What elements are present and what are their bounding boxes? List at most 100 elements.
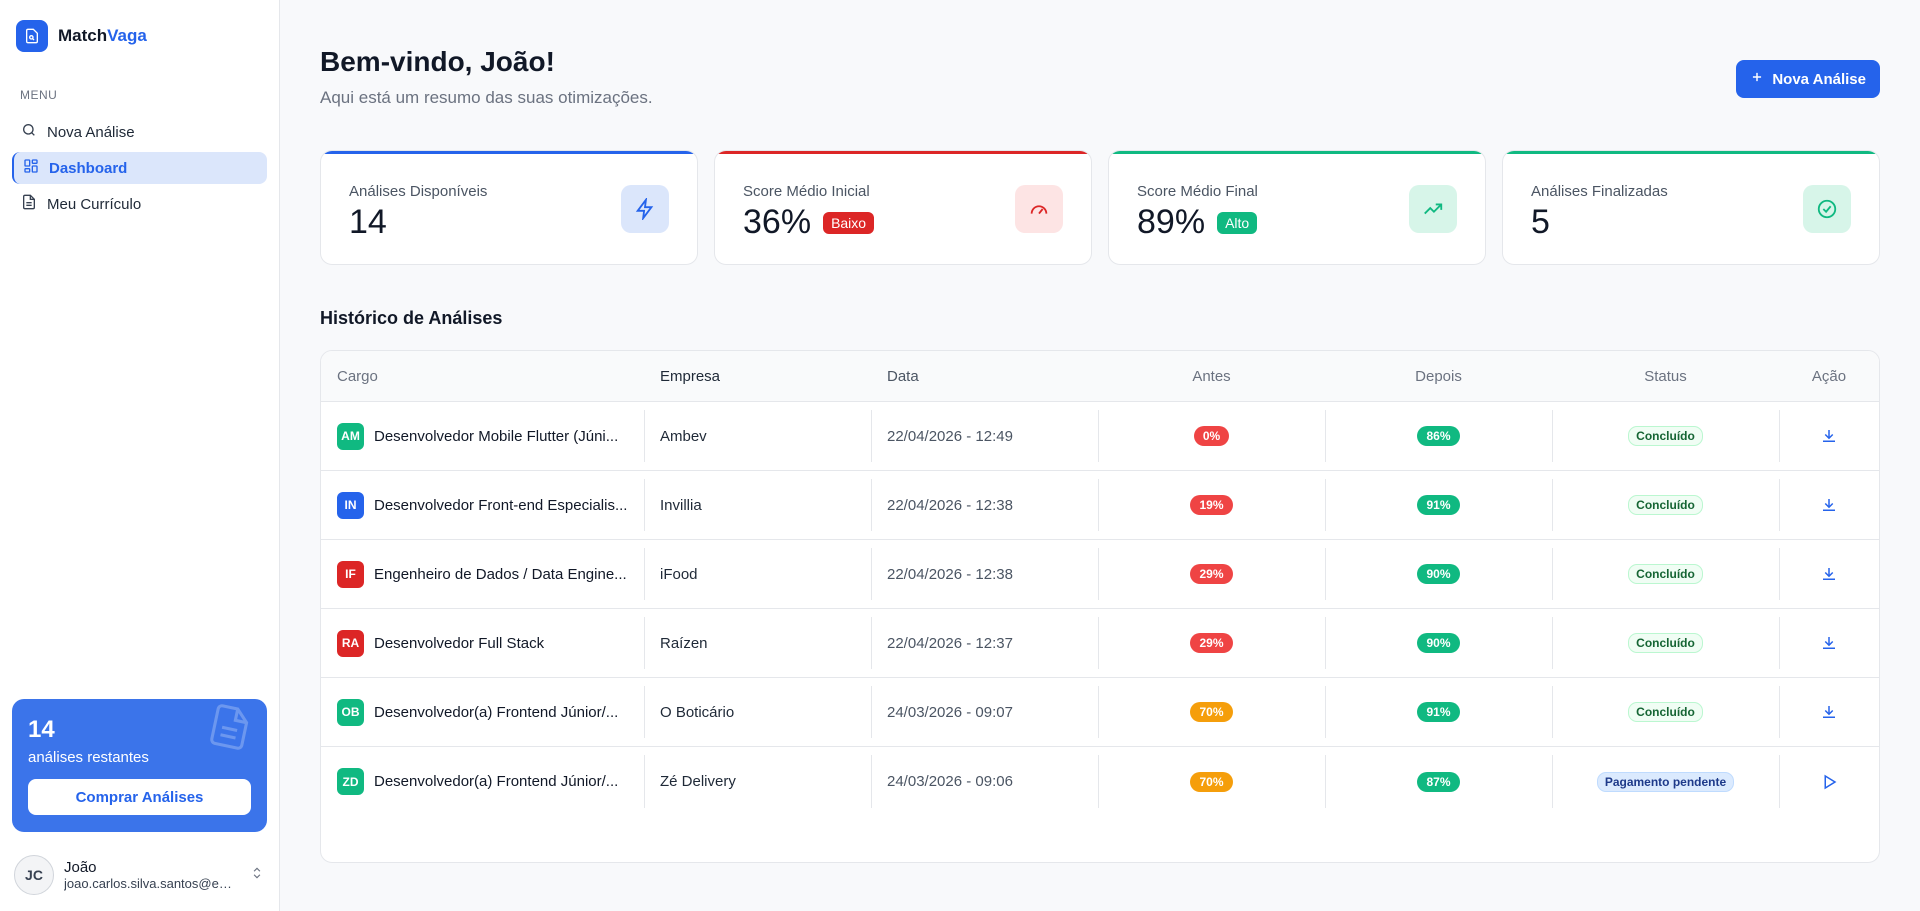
stat-value: 5	[1531, 203, 1550, 241]
status-badge: Concluído	[1628, 702, 1703, 722]
new-analysis-button[interactable]: Nova Análise	[1736, 60, 1880, 98]
download-icon[interactable]	[1820, 703, 1838, 721]
table-row[interactable]: OB Desenvolvedor(a) Frontend Júnior/... O …	[321, 678, 1879, 747]
menu-label: MENU	[20, 88, 58, 102]
stat-value: 89%	[1137, 203, 1206, 241]
dashboard-icon	[23, 158, 39, 178]
remaining-label: análises restantes	[28, 749, 149, 766]
score-before-pill: 19%	[1190, 495, 1233, 515]
cell-empresa: Ambev	[644, 402, 871, 470]
sidebar-item-nova-analise[interactable]: Nova Análise	[12, 116, 267, 148]
cell-antes: 70%	[1098, 747, 1325, 816]
score-after-pill: 87%	[1417, 771, 1460, 792]
table-row[interactable]: AM Desenvolvedor Mobile Flutter (Júni... A…	[321, 402, 1879, 471]
job-title: Desenvolvedor Front-end Especialis...	[374, 496, 628, 514]
cell-antes: 0%	[1098, 402, 1325, 470]
document-icon	[21, 194, 37, 214]
sidebar-item-label: Dashboard	[49, 159, 128, 177]
cell-data: 24/03/2026 - 09:07	[871, 678, 1098, 746]
table-row[interactable]: RA Desenvolvedor Full Stack Raízen 22/04/20…	[321, 609, 1879, 678]
search-icon	[21, 122, 37, 142]
cell-empresa: O Boticário	[644, 678, 871, 746]
column-header-depois: Depois	[1415, 367, 1462, 385]
company-initials-badge: AM	[337, 422, 364, 450]
cell-cargo: RA Desenvolvedor Full Stack	[321, 609, 644, 677]
score-before-pill: 0%	[1193, 426, 1230, 446]
play-icon[interactable]	[1820, 773, 1838, 791]
job-title: Desenvolvedor Mobile Flutter (Júni...	[374, 427, 619, 445]
download-icon[interactable]	[1820, 496, 1838, 514]
table-body: AM Desenvolvedor Mobile Flutter (Júni... A…	[321, 402, 1879, 816]
cell-cargo: ZD Desenvolvedor(a) Frontend Júnior/...	[321, 747, 644, 816]
cell-status: Concluído	[1552, 471, 1779, 539]
stat-label: Score Médio Inicial	[743, 183, 870, 200]
cell-empresa: Invillia	[644, 471, 871, 539]
cell-cargo: AM Desenvolvedor Mobile Flutter (Júni...	[321, 402, 644, 470]
brand-logo[interactable]: MatchVaga	[16, 20, 147, 52]
lightning-icon	[621, 185, 669, 233]
job-title: Desenvolvedor Full Stack	[374, 634, 545, 652]
table-row[interactable]: ZD Desenvolvedor(a) Frontend Júnior/... Zé…	[321, 747, 1879, 816]
score-after-pill: 86%	[1417, 426, 1460, 446]
sidebar-item-label: Nova Análise	[47, 123, 135, 141]
stat-label: Análises Disponíveis	[349, 183, 488, 200]
status-badge: Concluído	[1628, 495, 1703, 515]
cell-status: Concluído	[1552, 540, 1779, 608]
history-table: Cargo Empresa Data Antes Depois Status A…	[320, 350, 1880, 863]
cell-data: 22/04/2026 - 12:38	[871, 471, 1098, 539]
score-after-pill: 90%	[1417, 633, 1460, 653]
download-icon[interactable]	[1820, 565, 1838, 583]
sidebar: MatchVaga MENU Nova Análise Dashboard Me…	[0, 0, 280, 911]
page-subtitle: Aqui está um resumo das suas otimizações…	[320, 88, 653, 107]
cell-antes: 70%	[1098, 678, 1325, 746]
chevron-up-down-icon[interactable]	[250, 866, 264, 885]
cell-status: Pagamento pendente	[1552, 747, 1779, 816]
cell-depois: 90%	[1325, 609, 1552, 677]
cell-acao	[1779, 540, 1879, 608]
status-badge: Concluído	[1628, 564, 1703, 584]
stat-value: 14	[349, 203, 387, 241]
trending-up-icon	[1409, 185, 1457, 233]
job-title: Desenvolvedor(a) Frontend Júnior/...	[374, 773, 619, 790]
score-before-pill: 70%	[1190, 771, 1233, 792]
user-info: João joao.carlos.silva.santos@em...	[64, 859, 239, 891]
score-before-pill: 70%	[1190, 702, 1233, 722]
cell-depois: 90%	[1325, 540, 1552, 608]
new-analysis-label: Nova Análise	[1772, 70, 1866, 88]
column-header-data: Data	[887, 367, 919, 385]
cell-acao	[1779, 609, 1879, 677]
stat-label: Análises Finalizadas	[1531, 183, 1668, 200]
buy-analyses-button[interactable]: Comprar Análises	[28, 779, 251, 815]
user-menu[interactable]: JC João joao.carlos.silva.santos@em...	[14, 853, 264, 897]
sidebar-item-dashboard[interactable]: Dashboard	[12, 152, 267, 184]
cell-depois: 91%	[1325, 678, 1552, 746]
gauge-icon	[1015, 185, 1063, 233]
cell-status: Concluído	[1552, 402, 1779, 470]
cell-empresa: iFood	[644, 540, 871, 608]
cell-antes: 29%	[1098, 540, 1325, 608]
cell-acao	[1779, 747, 1879, 816]
stat-value-group: 14	[349, 203, 387, 242]
stat-accent-bar	[1503, 151, 1879, 154]
stat-accent-bar	[321, 151, 697, 154]
stats-row: Análises Disponíveis 14 Score Médio Inic…	[320, 150, 1880, 265]
plus-icon	[1750, 70, 1764, 88]
download-icon[interactable]	[1820, 427, 1838, 445]
column-header-acao: Ação	[1811, 367, 1847, 385]
company-initials-badge: OB	[337, 698, 364, 726]
user-name: João	[64, 859, 97, 876]
check-circle-icon	[1803, 185, 1851, 233]
cell-data: 22/04/2026 - 12:37	[871, 609, 1098, 677]
sidebar-item-meu-curriculo[interactable]: Meu Currículo	[12, 188, 267, 220]
table-row[interactable]: IN Desenvolvedor Front-end Especialis... I…	[321, 471, 1879, 540]
job-title: Desenvolvedor(a) Frontend Júnior/...	[374, 703, 619, 721]
table-row[interactable]: IF Engenheiro de Dados / Data Engine... iF…	[321, 540, 1879, 609]
column-header-empresa: Empresa	[660, 367, 721, 385]
cell-antes: 19%	[1098, 471, 1325, 539]
stat-card-finished: Análises Finalizadas 5	[1502, 150, 1880, 265]
cell-status: Concluído	[1552, 678, 1779, 746]
download-icon[interactable]	[1820, 634, 1838, 652]
cell-data: 22/04/2026 - 12:49	[871, 402, 1098, 470]
cell-cargo: IN Desenvolvedor Front-end Especialis...	[321, 471, 644, 539]
history-title: Histórico de Análises	[320, 308, 503, 328]
